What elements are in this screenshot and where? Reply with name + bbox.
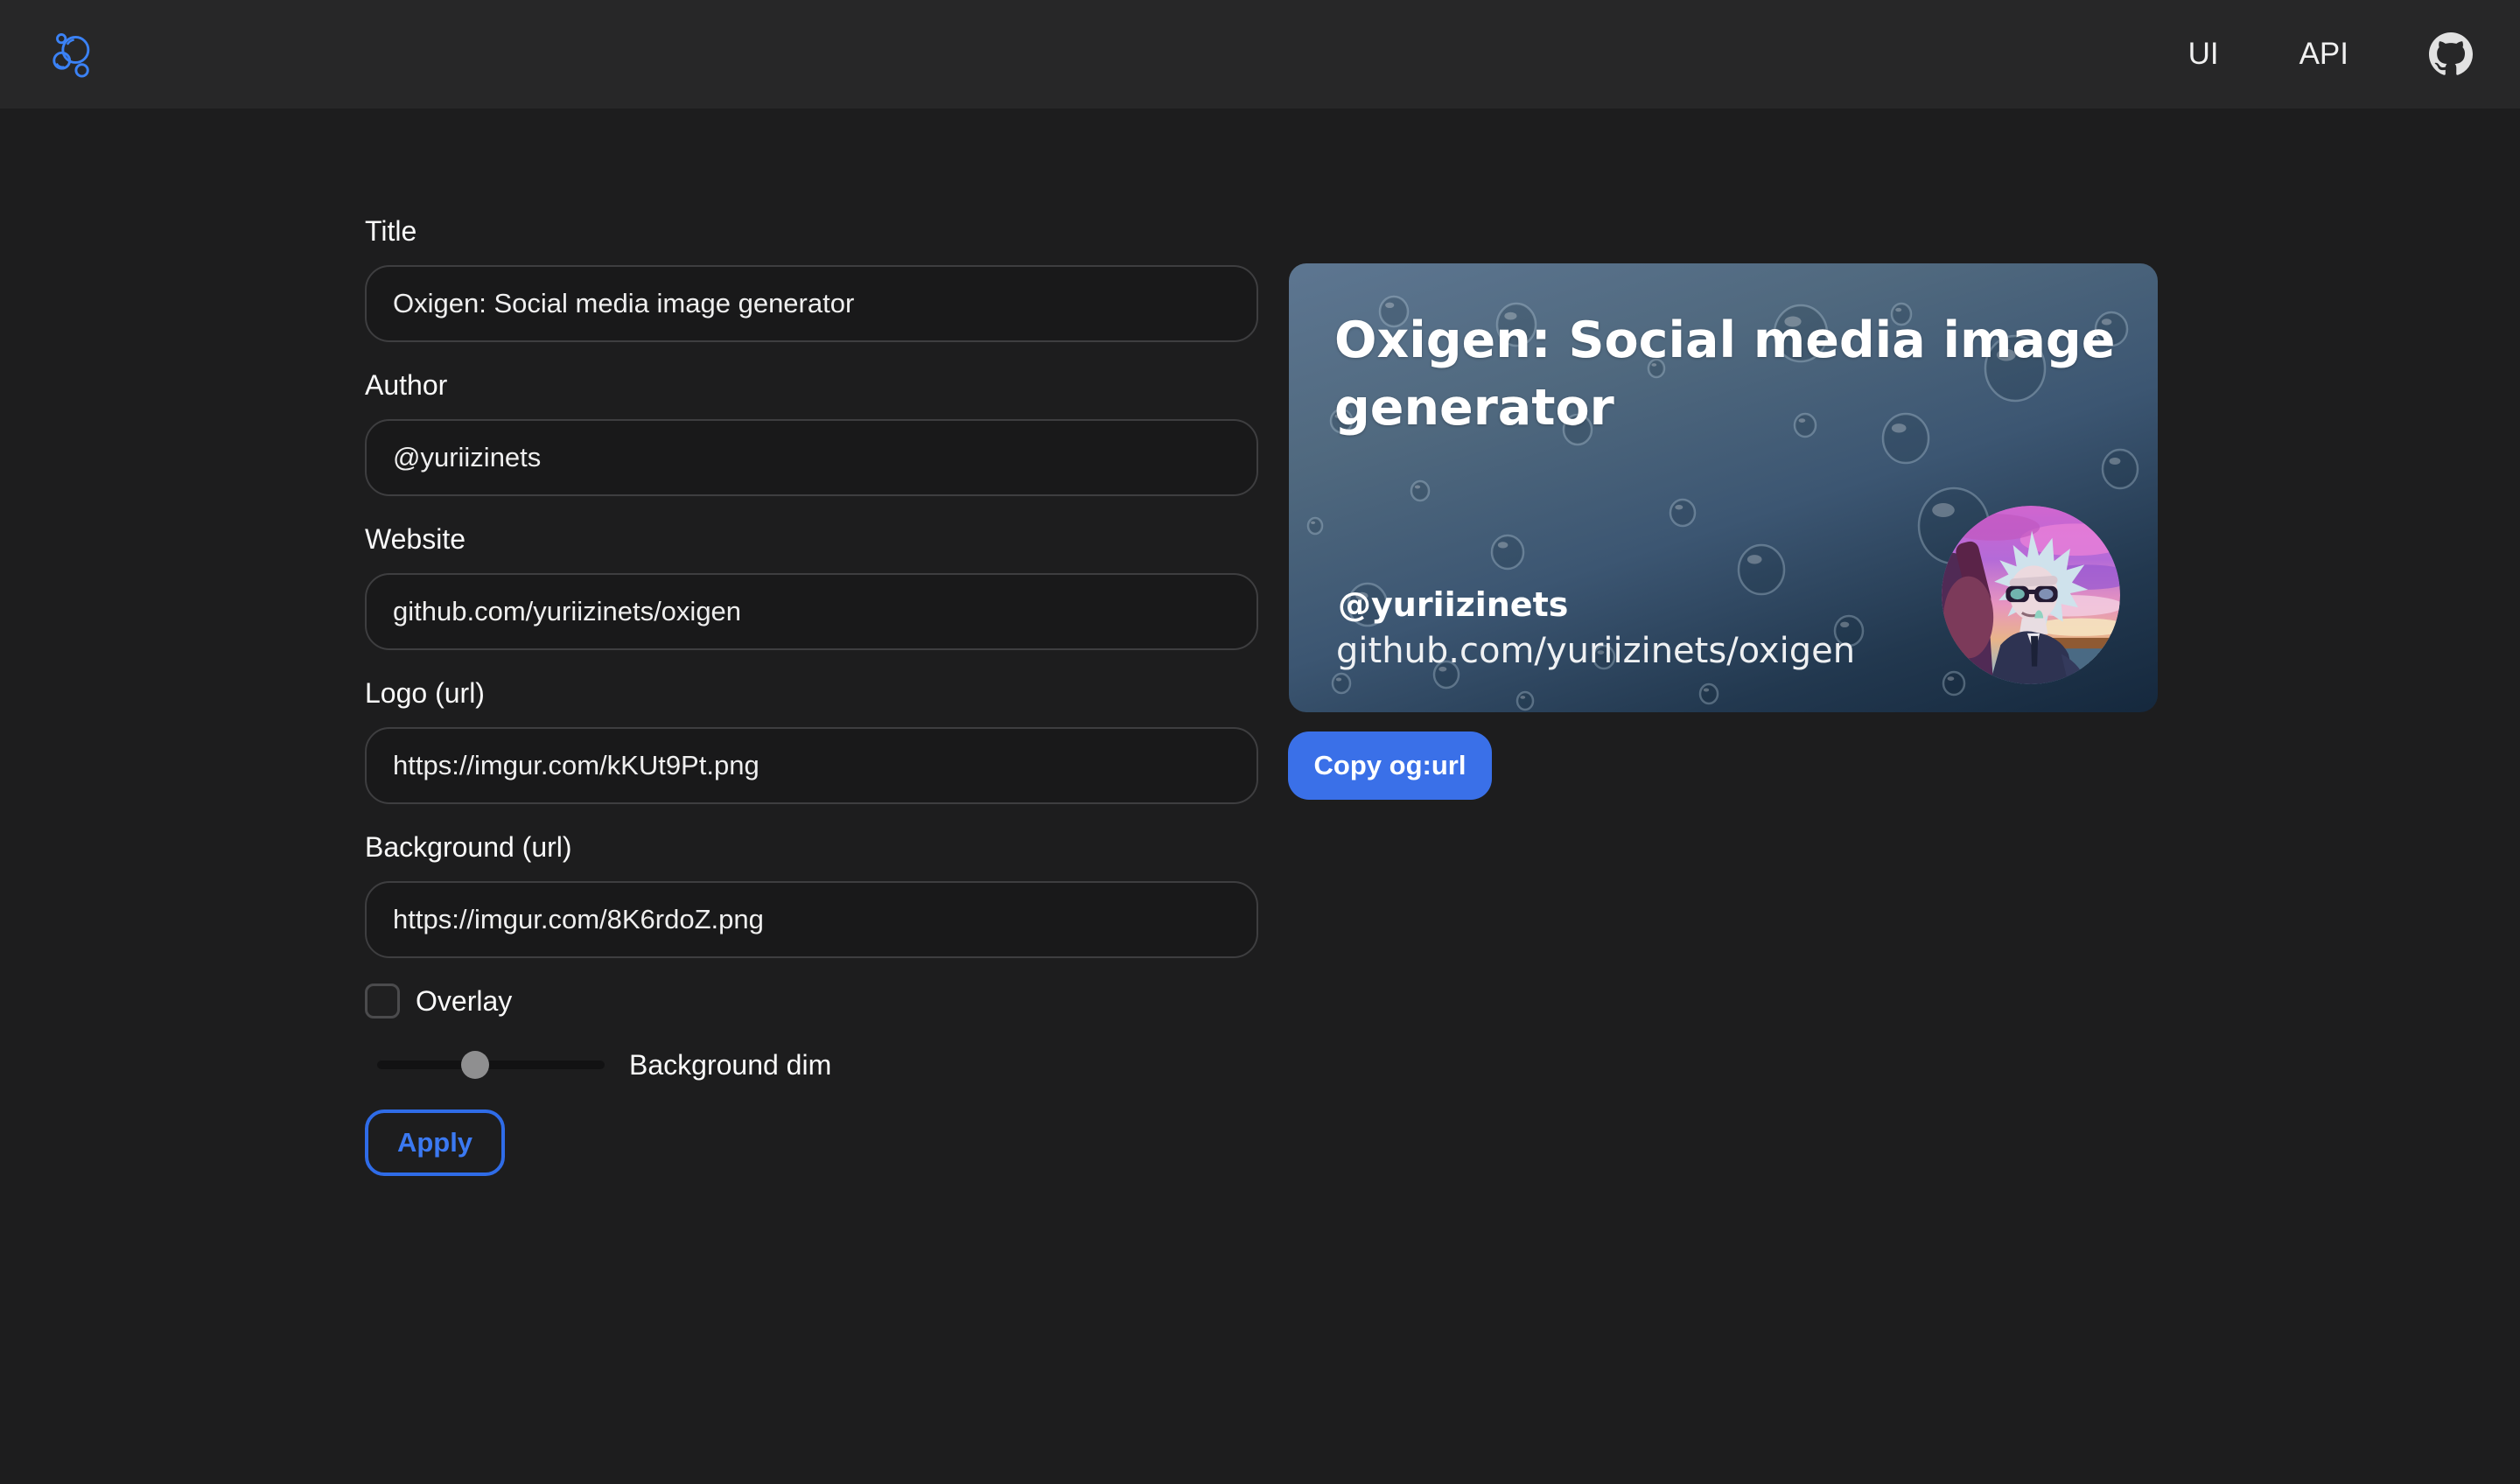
background-dim-label: Background dim (629, 1049, 831, 1082)
nav-link-ui[interactable]: UI (2188, 37, 2219, 72)
generator-form: Title Author Website Logo (url) Backgrou… (365, 214, 1258, 1176)
logo-url-label: Logo (url) (365, 676, 1258, 710)
navbar-links: UI API (2188, 32, 2473, 76)
preview-author: @yuriizinets (1338, 585, 1568, 624)
dim-slider[interactable] (365, 1050, 617, 1080)
bubbles-icon (49, 29, 96, 80)
background-dim-row: Background dim (365, 1050, 1258, 1080)
dim-slider-thumb[interactable] (461, 1051, 489, 1079)
website-input[interactable] (365, 573, 1258, 650)
website-label: Website (365, 522, 1258, 556)
author-input[interactable] (365, 419, 1258, 496)
background-url-label: Background (url) (365, 830, 1258, 864)
github-link[interactable] (2429, 32, 2473, 76)
preview-website: github.com/yuriizinets/oxigen (1336, 631, 1855, 671)
rick-avatar-icon (1942, 506, 2120, 684)
logo-url-input[interactable] (365, 727, 1258, 804)
nav-link-api[interactable]: API (2300, 37, 2348, 72)
brand-link[interactable] (49, 29, 96, 80)
title-label: Title (365, 214, 1258, 248)
navbar: UI API (0, 0, 2520, 108)
overlay-checkbox[interactable] (365, 984, 400, 1018)
apply-button[interactable]: Apply (365, 1110, 505, 1176)
github-icon (2429, 32, 2473, 76)
avatar (1942, 506, 2120, 684)
overlay-row: Overlay (365, 984, 1258, 1018)
overlay-label: Overlay (416, 985, 512, 1018)
title-input[interactable] (365, 265, 1258, 342)
dim-slider-track[interactable] (377, 1060, 605, 1069)
preview-title: Oxigen: Social media image generator (1334, 307, 2139, 442)
background-url-input[interactable] (365, 881, 1258, 958)
app-screen: UI API Title Author Website Logo (url) B… (0, 0, 2520, 1484)
copy-og-url-button[interactable]: Copy og:url (1288, 732, 1492, 800)
author-label: Author (365, 368, 1258, 402)
og-image-preview: Oxigen: Social media image generator @yu… (1289, 263, 2158, 712)
